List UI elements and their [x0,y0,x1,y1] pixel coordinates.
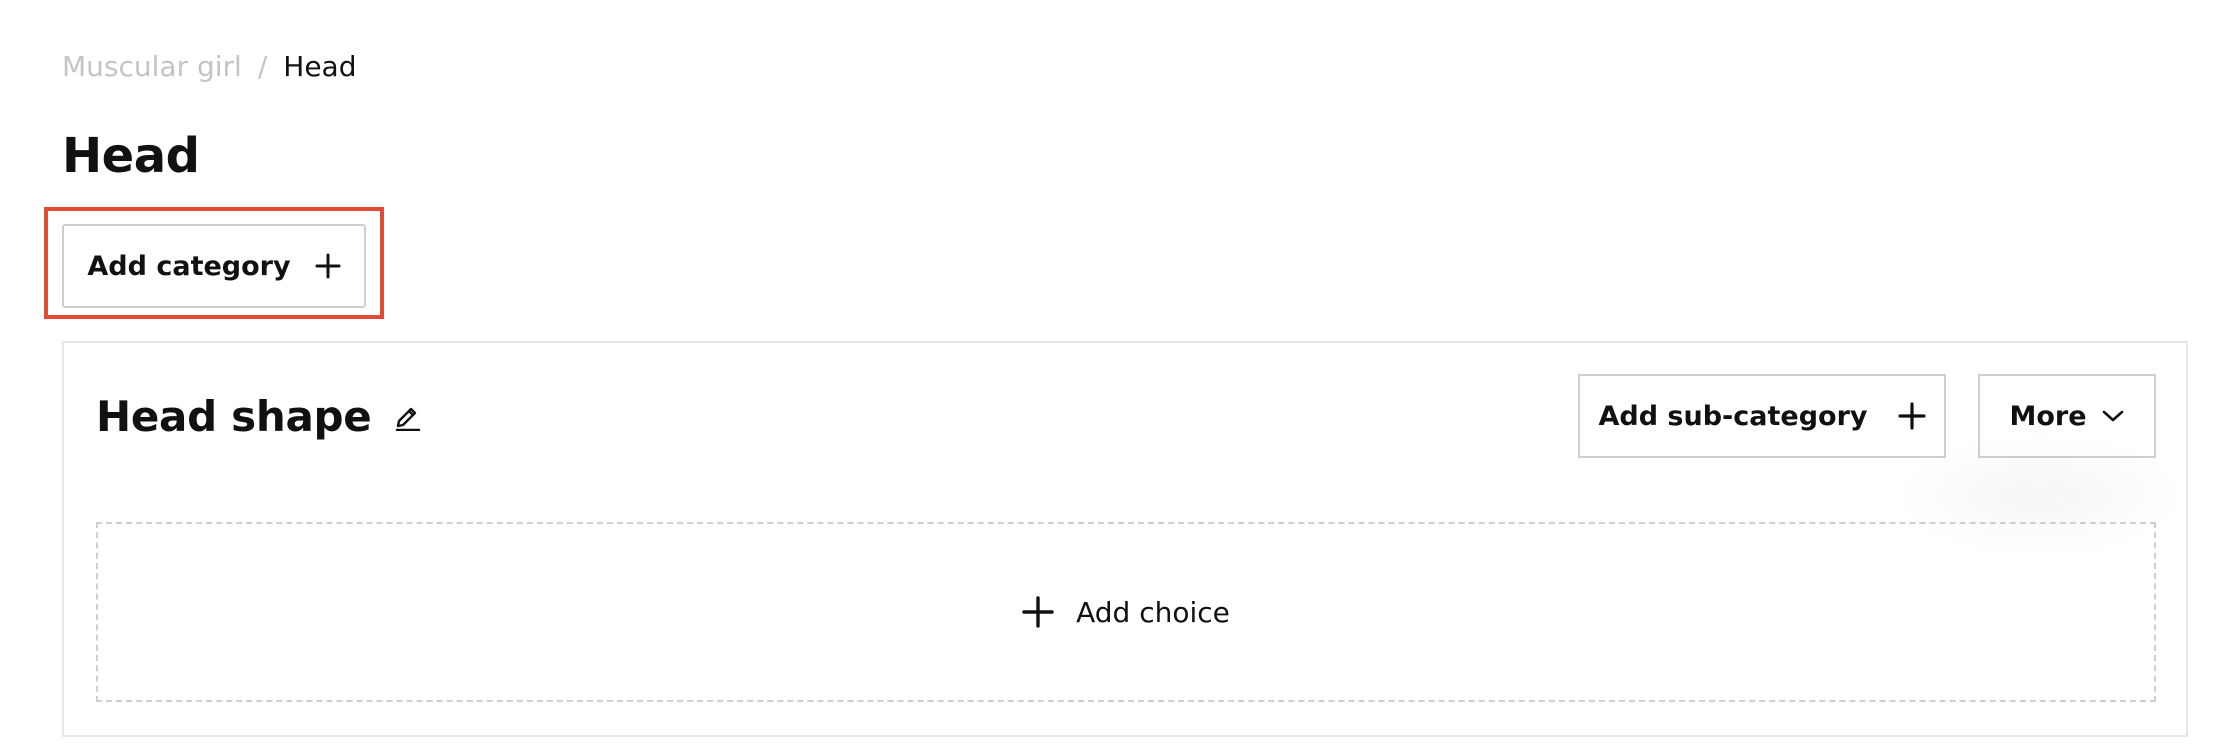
plus-icon [1022,596,1054,628]
more-label: More [2009,400,2087,432]
category-header: Head shape [96,380,423,452]
add-sub-category-label: Add sub-category [1598,400,1868,432]
plus-icon [315,253,341,279]
pencil-icon[interactable] [393,401,423,431]
add-category-label: Add category [87,250,291,282]
add-sub-category-button[interactable]: Add sub-category [1578,374,1946,458]
breadcrumb-current: Head [283,49,357,83]
category-title: Head shape [96,391,372,441]
page-title: Head [62,128,200,184]
add-choice-button[interactable]: Add choice [96,522,2156,702]
more-dropdown-button[interactable]: More [1978,374,2156,458]
breadcrumb-parent-link[interactable]: Muscular girl [62,50,242,83]
breadcrumb-separator: / [257,49,268,83]
breadcrumb: Muscular girl / Head [62,44,356,88]
add-choice-label: Add choice [1076,595,1230,629]
chevron-down-icon [2101,408,2125,424]
add-category-button[interactable]: Add category [62,224,366,308]
plus-icon [1897,402,1926,430]
